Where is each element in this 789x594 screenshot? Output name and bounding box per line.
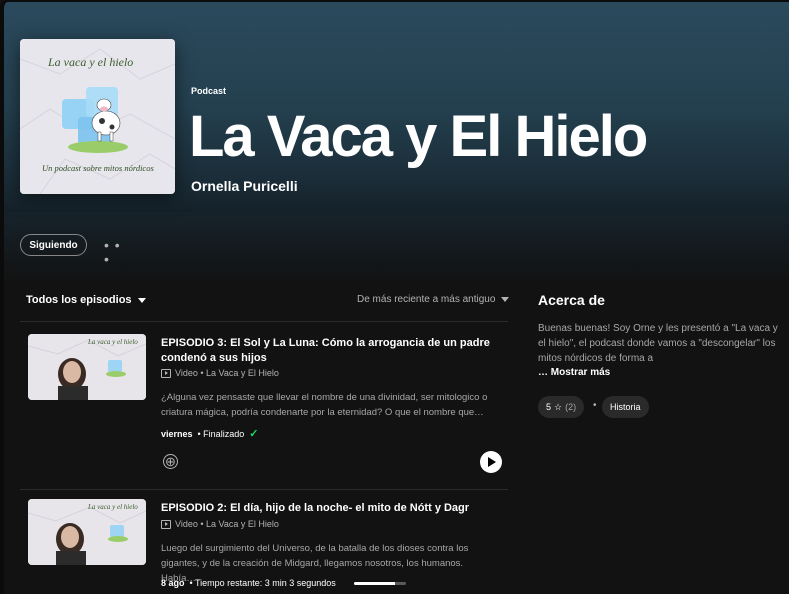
episode-meta-text: Video • La Vaca y El Hielo [175, 519, 279, 529]
episode-date: viernes [161, 428, 193, 439]
sort-label: De más reciente a más antiguo [357, 294, 496, 305]
episode-status: viernes • Finalizado ✓ [161, 427, 258, 440]
video-icon [161, 519, 171, 529]
thumbnail-title: La vaca y el hielo [88, 503, 138, 511]
content-type-label: Podcast [191, 86, 227, 96]
episode-progress-fill [354, 582, 395, 585]
episode-meta: Video • La Vaca y El Hielo [161, 519, 279, 529]
rating-value: 5 [546, 402, 552, 412]
episode-status-text: • Finalizado [197, 428, 245, 439]
episodes-filter-dropdown[interactable]: Todos los episodios [26, 294, 146, 306]
more-options-icon[interactable]: • • • [104, 238, 124, 266]
about-heading: Acerca de [538, 292, 605, 308]
podcast-page: La vaca y el hielo Un podcast sobre mito… [0, 0, 789, 594]
rating-chip[interactable]: 5 ☆ (2) [538, 396, 585, 418]
divider [20, 489, 508, 490]
episode-meta-text: Video • La Vaca y El Hielo [175, 368, 279, 378]
rating-count: (2) [565, 402, 577, 412]
episodes-filter-label: Todos los episodios [26, 294, 132, 306]
cover-title: La vaca y el hielo [48, 55, 134, 69]
thumbnail-title: La vaca y el hielo [88, 338, 138, 346]
page-title: La Vaca y El Hielo [189, 104, 648, 169]
sort-dropdown[interactable]: De más reciente a más antiguo [357, 294, 510, 305]
episode-title[interactable]: EPISODIO 2: El día, hijo de la noche- el… [161, 501, 506, 516]
add-to-playlist-icon[interactable]: ⊕ [163, 454, 178, 469]
episode-progress-bar [354, 582, 406, 585]
episode-status-text: • Tiempo restante: 3 min 3 segundos [189, 578, 336, 588]
episode-description: ¿Alguna vez pensaste que llevar el nombr… [161, 392, 488, 418]
category-chip[interactable]: Historia [602, 396, 649, 418]
chevron-down-icon [137, 297, 146, 303]
podcast-cover: La vaca y el hielo Un podcast sobre mito… [20, 39, 175, 194]
video-icon [161, 368, 171, 378]
episode-thumbnail: La vaca y el hielo [28, 499, 146, 565]
chevron-down-icon [501, 297, 510, 302]
star-icon: ☆ [554, 401, 563, 412]
author-link[interactable]: Ornella Puricelli [191, 178, 298, 194]
play-icon[interactable] [480, 451, 502, 473]
episode-meta: Video • La Vaca y El Hielo [161, 368, 279, 378]
cover-subtitle: Un podcast sobre mitos nórdicos [42, 163, 154, 173]
show-more-link[interactable]: … Mostrar más [538, 367, 610, 378]
separator-dot: • [593, 400, 597, 411]
episode-status: 8 ago • Tiempo restante: 3 min 3 segundo… [161, 578, 336, 588]
divider [20, 321, 508, 322]
about-text: Buenas buenas! Soy Orne y les presentó a… [538, 323, 778, 364]
episode-date: 8 ago [161, 578, 185, 588]
episode-thumbnail: La vaca y el hielo [28, 334, 146, 400]
check-icon: ✓ [249, 428, 259, 440]
episode-title[interactable]: EPISODIO 3: El Sol y La Luna: Cómo la ar… [161, 336, 506, 366]
following-button[interactable]: Siguiendo [20, 234, 87, 256]
